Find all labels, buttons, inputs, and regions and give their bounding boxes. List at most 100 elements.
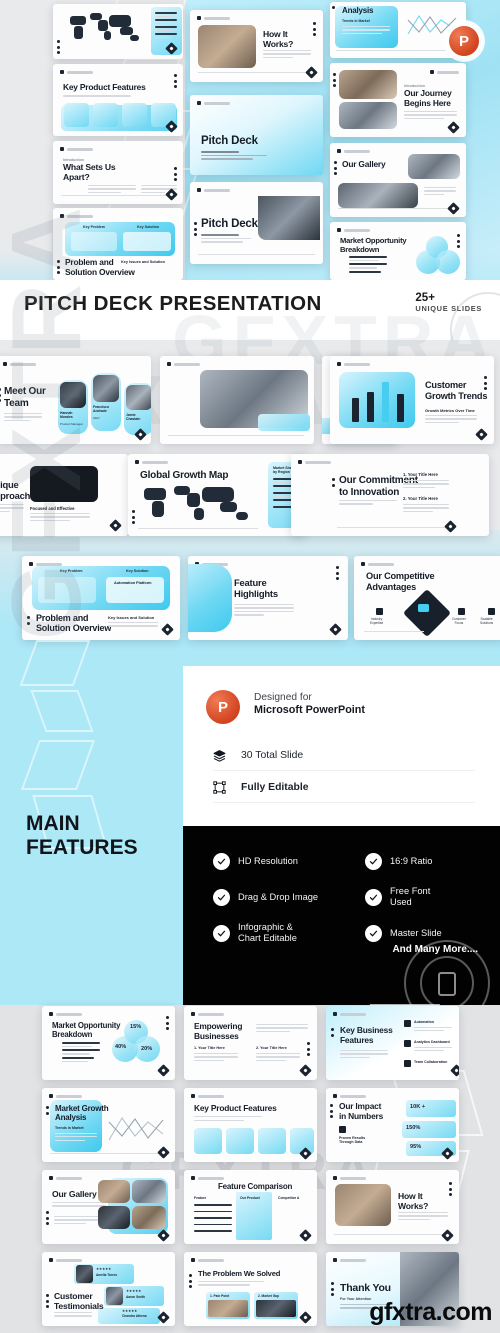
slide-menu-dots[interactable]: [174, 167, 177, 181]
slide-what-sets-us-apart[interactable]: Introduction What Sets Us Apart?: [53, 141, 183, 204]
slide-menu-dots[interactable]: [189, 1274, 192, 1288]
map-legend-lines: [155, 12, 177, 41]
main-features-line1: MAIN: [26, 812, 80, 835]
slide-the-problem-we-solved[interactable]: The Problem We Solved 1. Pain Point 2. M…: [184, 1252, 317, 1326]
list-body-1: [414, 1027, 452, 1034]
slide-gem-icon: [447, 202, 460, 215]
slide-feature-comparison[interactable]: Feature Comparison Feature Our Product C…: [184, 1170, 317, 1244]
slide-our-gallery-top[interactable]: Our Gallery: [330, 143, 466, 217]
slide-menu-dots[interactable]: [46, 1294, 49, 1308]
slide-menu-dots[interactable]: [194, 222, 197, 236]
slide-feature-highlights[interactable]: Feature Highlights: [188, 556, 348, 640]
slide-gem-icon: [299, 1311, 312, 1324]
slide-global-growth-map-2[interactable]: Global Growth Map Market Share by Region: [128, 454, 306, 536]
gallery-caption: [424, 187, 456, 197]
slide-our-gallery-wide[interactable]: [160, 356, 314, 444]
slide-meet-our-team[interactable]: Meet Our Team Hannah Morales Product Man…: [0, 356, 151, 444]
col-label-key-problem: Key Problem: [83, 225, 105, 229]
slide-our-competitive-advantages[interactable]: Our Competitive Advantages Industry Expe…: [354, 556, 500, 640]
feature-row-label: 30 Total Slide: [241, 750, 304, 761]
slide-menu-dots[interactable]: [166, 1016, 169, 1030]
slide-menu-dots[interactable]: [57, 40, 60, 54]
slide-menu-dots[interactable]: [333, 73, 336, 87]
chip-label-automation: Automation Platform: [114, 581, 152, 585]
slide-menu-dots[interactable]: [334, 161, 337, 175]
slide-footer-rule: [61, 195, 175, 196]
slide-global-growth-map[interactable]: [53, 4, 183, 59]
slide-menu-dots[interactable]: [27, 616, 30, 625]
venn-percent-20: 20%: [141, 1046, 153, 1052]
slide-menu-dots[interactable]: [457, 234, 460, 248]
slide-logo: [333, 1258, 366, 1262]
slide-logo: [49, 1176, 82, 1180]
slide-logo: [430, 70, 459, 74]
node-icon-2: [458, 608, 465, 615]
slide-market-growth-analysis[interactable]: Analysis Trends in Market: [330, 2, 466, 58]
chart-bar: [352, 398, 359, 422]
node-icon-3: [488, 608, 495, 615]
feature-card: [64, 103, 89, 127]
slide-gem-icon: [109, 519, 122, 532]
slide-menu-dots[interactable]: [330, 1104, 333, 1118]
slide-subbody: [108, 622, 158, 629]
slide-menu-dots[interactable]: [132, 510, 135, 524]
slide-unique-approach[interactable]: Unique Approach Focused and Effective: [0, 454, 128, 536]
slide-menu-dots[interactable]: [332, 6, 335, 9]
slide-how-it-works-2[interactable]: How It Works?: [326, 1170, 459, 1244]
col-body-0: [256, 1024, 308, 1034]
frame-icon: [213, 781, 241, 794]
slide-our-impact-in-numbers[interactable]: Our Impact in Numbers Proven Results Thr…: [326, 1088, 459, 1162]
slide-photo-dark: [30, 466, 98, 502]
slide-menu-dots[interactable]: [307, 1042, 310, 1056]
gallery-photo-3: [98, 1206, 130, 1229]
slide-our-gallery-3[interactable]: Our Gallery: [42, 1170, 175, 1244]
problem-card-label-1: 1. Pain Point: [210, 1294, 230, 1298]
checklist-label: Master Slide: [390, 927, 442, 938]
world-map-graphic: [68, 10, 146, 48]
slide-menu-dots[interactable]: [331, 1028, 334, 1037]
slide-menu-dots[interactable]: [313, 22, 316, 36]
slide-our-journey-begins-here[interactable]: Introduction Our Journey Begins Here: [330, 63, 466, 137]
slide-market-growth-analysis-2[interactable]: Market Growth Analysis Trends in Market: [42, 1088, 175, 1162]
slides-count-number: 25+: [415, 292, 435, 304]
slide-market-opportunity-breakdown[interactable]: Market Opportunity Breakdown 15% 40% 20%: [42, 1006, 175, 1080]
slide-title: Pitch Deck: [201, 218, 258, 230]
slide-body: [52, 1202, 106, 1209]
slide-customer-growth-trends[interactable]: Customer Growth Trends Growth Metrics Ov…: [330, 356, 494, 444]
slide-problem-and-solution-overview-2[interactable]: Key Problem Key Solution Automation Plat…: [22, 556, 180, 640]
slide-key-product-features-2[interactable]: Key Product Features: [184, 1088, 317, 1162]
slide-logo: [191, 1012, 224, 1016]
slide-logo: [49, 1258, 82, 1262]
node-label-3: Scalable Solutions: [480, 617, 494, 625]
slide-menu-dots[interactable]: [449, 1182, 452, 1196]
slide-gem-icon: [299, 1064, 312, 1077]
designed-for-label: Designed for: [254, 692, 312, 703]
slide-problem-and-solution-overview[interactable]: Key Problem Key Solution Problem and Sol…: [53, 208, 183, 280]
slide-title: Market Opportunity Breakdown: [52, 1021, 121, 1039]
slide-body-left: [88, 185, 136, 195]
slide-photo: [198, 25, 256, 68]
slide-menu-dots[interactable]: [332, 478, 335, 487]
slide-footer-rule: [198, 72, 315, 73]
slide-logo: [135, 460, 168, 464]
slide-our-commitment-to-innovation[interactable]: Our Commitment to Innovation 1. Your Tit…: [291, 454, 489, 536]
slide-how-it-works[interactable]: How It Works?: [190, 10, 323, 82]
breakdown-items: [349, 256, 387, 275]
slide-menu-dots[interactable]: [331, 1282, 334, 1296]
slide-pitch-deck-cover-cyan[interactable]: Pitch Deck: [190, 95, 323, 175]
slide-gem-icon: [305, 66, 318, 79]
slide-menu-dots[interactable]: [46, 1211, 49, 1225]
slide-key-product-features[interactable]: Key Product Features: [53, 64, 183, 136]
slide-customer-testimonials[interactable]: ★★★★★ Amelia Torres ★★★★★ Aaron Smith ★★…: [42, 1252, 175, 1326]
team-avatar-1: [60, 382, 86, 408]
col-title-1: 1. Your Title Here: [194, 1046, 225, 1050]
slide-empowering-businesses[interactable]: Empowering Businesses 1. Your Title Here…: [184, 1006, 317, 1080]
slide-key-business-features[interactable]: Key Business Features Automation Analyti…: [326, 1006, 459, 1080]
slide-menu-dots[interactable]: [57, 260, 60, 274]
slide-menu-dots[interactable]: [174, 74, 177, 88]
slide-menu-dots[interactable]: [336, 566, 339, 580]
slide-menu-dots[interactable]: [0, 388, 1, 402]
slide-market-opportunity-breakdown-top[interactable]: Market Opportunity Breakdown: [330, 222, 466, 280]
slide-pitch-deck-cover-white[interactable]: Pitch Deck: [190, 182, 323, 264]
slide-menu-dots[interactable]: [46, 1106, 49, 1115]
